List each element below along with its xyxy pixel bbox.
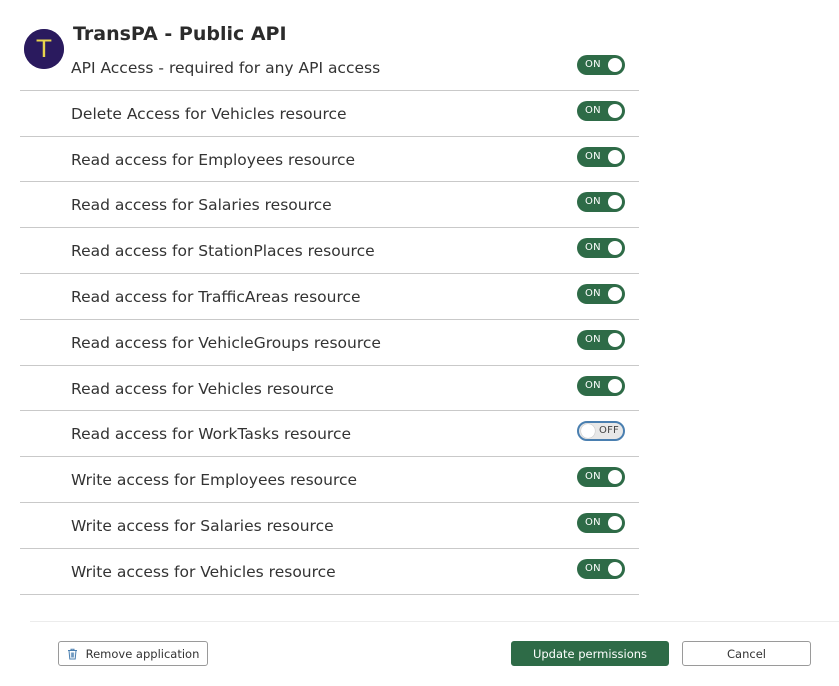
permission-row: Delete Access for Vehicles resource ON: [20, 91, 639, 137]
permission-label: Read access for VehicleGroups resource: [71, 333, 381, 352]
toggle-knob: [608, 58, 622, 72]
permission-toggle[interactable]: ON: [577, 238, 625, 259]
permission-toggle[interactable]: ON: [577, 283, 625, 304]
permission-toggle[interactable]: ON: [577, 100, 625, 121]
toggle-knob: [608, 103, 622, 118]
permission-row: Read access for Salaries resource ON: [20, 182, 639, 229]
permission-row: Write access for Vehicles resource ON: [20, 549, 639, 595]
permission-row: Read access for Employees resource ON: [20, 137, 639, 183]
permission-toggle[interactable]: ON: [577, 512, 625, 533]
permission-label: Read access for Vehicles resource: [71, 379, 334, 398]
toggle-state-text: ON: [585, 150, 601, 162]
permission-row: Write access for Employees resource ON: [20, 457, 639, 503]
toggle-state-text: ON: [585, 333, 601, 345]
permission-label: Write access for Employees resource: [71, 471, 358, 490]
toggle-state-text: ON: [585, 59, 601, 70]
permission-toggle[interactable]: ON: [577, 375, 625, 396]
toggle-knob: [608, 378, 622, 393]
permission-row: Read access for StationPlaces resource O…: [20, 228, 639, 274]
permission-row: Read access for VehicleGroups resource O…: [20, 320, 639, 366]
toggle-knob: [608, 561, 622, 576]
toggle-state-text: ON: [585, 562, 601, 574]
toggle-state-text: ON: [585, 242, 601, 254]
update-permissions-button[interactable]: Update permissions: [511, 641, 669, 666]
toggle-state-text: ON: [585, 379, 601, 391]
permission-toggle[interactable]: ON: [577, 55, 625, 75]
permission-label: Read access for StationPlaces resource: [71, 242, 375, 261]
permission-label: Read access for WorkTasks resource: [71, 425, 352, 444]
toggle-knob: [608, 332, 622, 347]
permission-label: Write access for Salaries resource: [71, 516, 334, 535]
permission-row: Read access for WorkTasks resource OFF: [20, 411, 639, 458]
toggle-knob: [608, 470, 622, 485]
footer-divider: [30, 621, 839, 622]
permission-label: Read access for Employees resource: [71, 150, 356, 169]
toggle-state-text: ON: [585, 471, 601, 483]
permission-row: Read access for TrafficAreas resource ON: [20, 274, 639, 320]
toggle-knob: [608, 195, 622, 210]
permission-label: Delete Access for Vehicles resource: [71, 104, 347, 123]
permission-label: Read access for Salaries resource: [71, 196, 332, 215]
toggle-knob: [608, 149, 622, 164]
permissions-dialog: T TransPA - Public API API Access - requ…: [0, 0, 839, 686]
permission-toggle[interactable]: ON: [577, 146, 625, 167]
toggle-state-text: ON: [585, 516, 601, 528]
permission-label: Read access for TrafficAreas resource: [71, 287, 361, 306]
remove-application-button[interactable]: Remove application: [58, 641, 208, 666]
toggle-state-text: ON: [585, 104, 601, 116]
toggle-knob: [608, 286, 622, 301]
permission-row: API Access - required for any API access…: [20, 45, 639, 91]
toggle-state-text: ON: [585, 196, 601, 208]
remove-application-label: Remove application: [85, 646, 200, 661]
toggle-state-text: ON: [585, 287, 601, 299]
cancel-button[interactable]: Cancel: [682, 641, 811, 666]
toggle-knob: [581, 424, 595, 439]
permission-row: Write access for Salaries resource ON: [20, 503, 639, 549]
permission-row: Read access for Vehicles resource ON: [20, 366, 639, 412]
permission-toggle[interactable]: ON: [577, 192, 625, 213]
toggle-state-text: OFF: [599, 425, 619, 437]
app-title: TransPA - Public API: [73, 23, 287, 45]
trash-icon: [67, 648, 78, 660]
toggle-knob: [608, 515, 622, 530]
permission-toggle[interactable]: OFF: [577, 421, 625, 442]
permission-list: API Access - required for any API access…: [20, 45, 639, 595]
permission-toggle[interactable]: ON: [577, 467, 625, 488]
permission-label: API Access - required for any API access: [71, 59, 381, 77]
permission-toggle[interactable]: ON: [577, 329, 625, 350]
permission-toggle[interactable]: ON: [577, 558, 625, 579]
permission-label: Write access for Vehicles resource: [71, 562, 336, 581]
toggle-knob: [608, 241, 622, 256]
